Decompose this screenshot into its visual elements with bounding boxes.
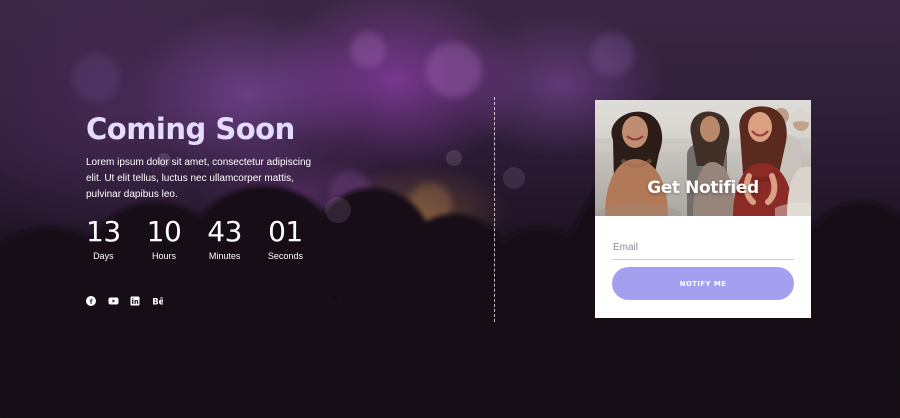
facebook-icon[interactable] (86, 291, 96, 306)
notify-me-button[interactable]: NOTIFY ME (612, 267, 794, 300)
notify-card: Get Notified NOTIFY ME (595, 100, 811, 318)
countdown-minutes-label: Minutes (208, 251, 241, 261)
countdown-days-label: Days (93, 251, 114, 261)
countdown-seconds-label: Seconds (267, 251, 303, 261)
social-links: Bē (86, 291, 165, 308)
youtube-icon[interactable] (108, 291, 119, 305)
countdown-hours-value: 10 (146, 215, 182, 248)
page-title: Coming Soon (86, 112, 295, 146)
countdown-seconds-value: 01 (268, 215, 303, 248)
countdown-timer: 13 Days 10 Hours 43 Minutes 01 Seconds (86, 214, 303, 262)
svg-text:Bē: Bē (152, 298, 163, 307)
countdown-minutes: 43 Minutes (207, 214, 242, 262)
notify-heading: Get Notified (647, 178, 759, 198)
linkedin-icon[interactable] (130, 291, 140, 306)
email-input[interactable] (612, 236, 794, 260)
hero-section: Coming Soon Lorem ipsum dolor sit amet, … (0, 0, 900, 418)
audience-photo: Get Notified (595, 100, 811, 216)
countdown-hours-label: Hours (151, 251, 176, 261)
behance-icon[interactable]: Bē (152, 291, 164, 308)
countdown-days: 13 Days (86, 214, 121, 262)
description-text: Lorem ipsum dolor sit amet, consectetur … (86, 157, 312, 200)
countdown-seconds: 01 Seconds (268, 214, 303, 262)
section-divider (494, 97, 495, 322)
countdown-hours: 10 Hours (147, 214, 182, 262)
countdown-minutes-value: 43 (207, 215, 242, 248)
countdown-days-value: 13 (86, 215, 121, 248)
